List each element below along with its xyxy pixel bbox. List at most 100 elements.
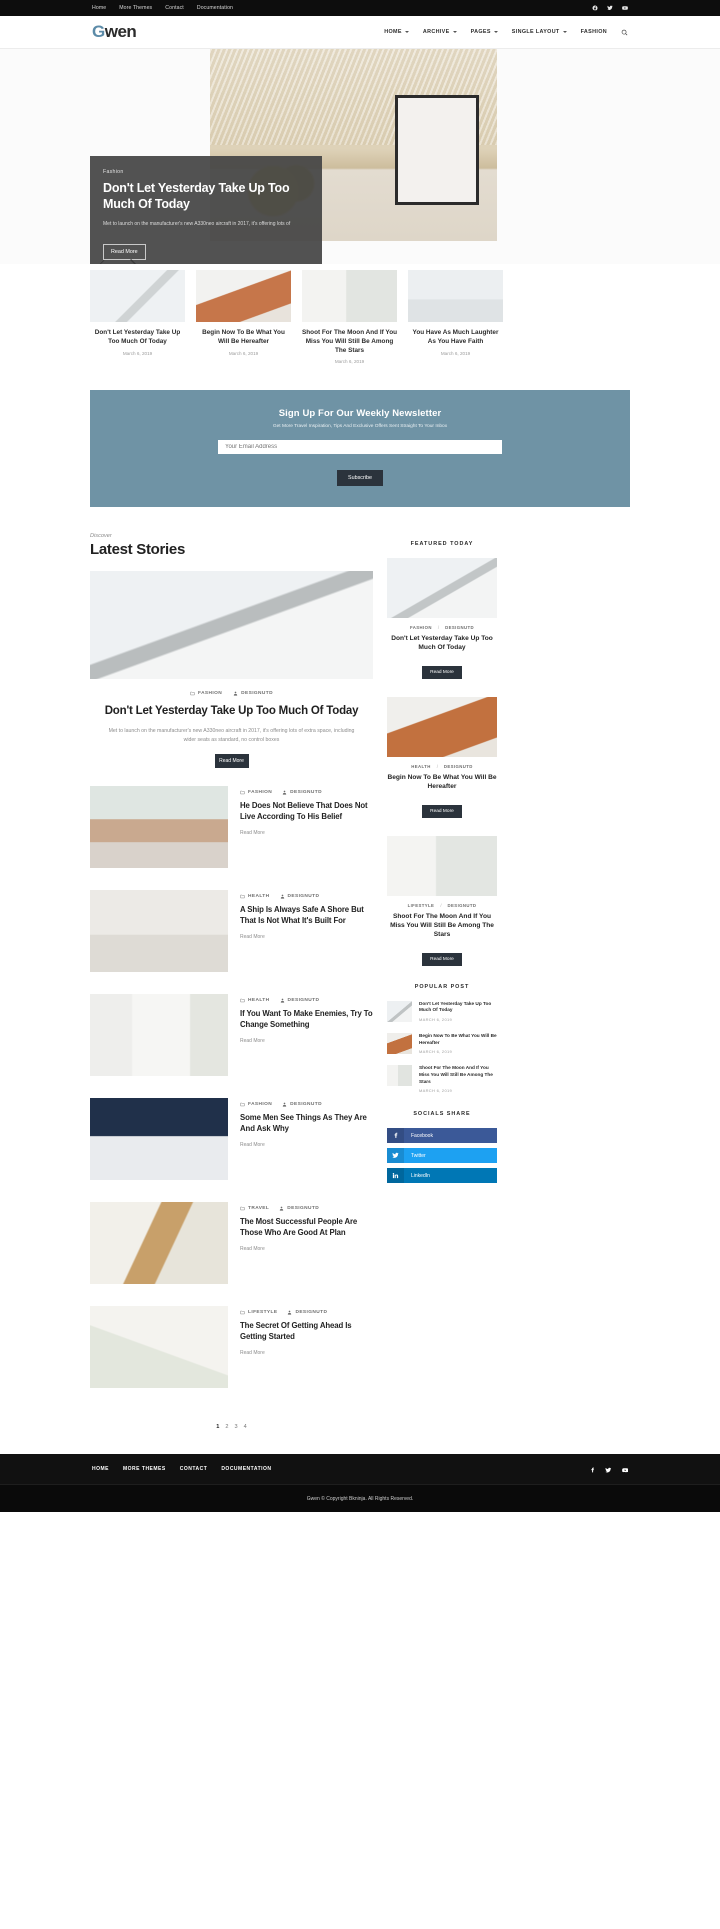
nav-item-fashion[interactable]: FASHION <box>581 29 607 35</box>
post-thumbnail[interactable] <box>90 1306 228 1389</box>
newsletter-email-input[interactable] <box>218 440 502 455</box>
share-linkedin-button[interactable]: LinkedIn <box>387 1168 497 1184</box>
author-label[interactable]: DESIGNUTD <box>445 625 474 630</box>
sidebar-featured-image[interactable] <box>387 697 497 758</box>
sidebar-read-more-button[interactable]: Read More <box>422 805 462 819</box>
post-read-more-link[interactable]: Read More <box>240 1038 373 1044</box>
featured-article-image[interactable] <box>90 571 373 680</box>
pagination-page-3[interactable]: 3 <box>235 1424 238 1430</box>
post-read-more-link[interactable]: Read More <box>240 934 373 940</box>
category-meta[interactable]: HEALTH <box>240 998 270 1003</box>
category-meta[interactable]: FASHION <box>190 691 222 696</box>
thumbnail-title[interactable]: Shoot For The Moon And If You Miss You W… <box>302 329 397 355</box>
post-read-more-link[interactable]: Read More <box>240 1350 373 1356</box>
topbar-link-home[interactable]: Home <box>92 5 106 11</box>
post-meta: FASHION DESIGNUTD <box>240 1102 373 1107</box>
post-read-more-link[interactable]: Read More <box>240 1246 373 1252</box>
author-label[interactable]: DESIGNUTD <box>448 903 477 908</box>
newsletter-subscribe-button[interactable]: Subscribe <box>337 470 383 487</box>
author-meta[interactable]: DESIGNUTD <box>282 790 322 795</box>
nav-item-home[interactable]: HOME <box>384 29 409 35</box>
popular-post-title[interactable]: Shoot For The Moon And If You Miss You W… <box>419 1065 497 1085</box>
sidebar-featured-title[interactable]: Don't Let Yesterday Take Up Too Much Of … <box>387 635 497 653</box>
post-thumbnail[interactable] <box>90 994 228 1077</box>
sidebar-read-more-button[interactable]: Read More <box>422 952 462 966</box>
facebook-icon[interactable] <box>589 1460 596 1478</box>
thumbnail-card[interactable]: Don't Let Yesterday Take Up Too Much Of … <box>90 270 185 364</box>
topbar-link-contact[interactable]: Contact <box>165 5 184 11</box>
topbar-link-documentation[interactable]: Documentation <box>197 5 233 11</box>
popular-post-title[interactable]: Begin Now To Be What You Will Be Hereaft… <box>419 1033 497 1046</box>
author-meta[interactable]: DESIGNUTD <box>233 691 273 696</box>
twitter-icon[interactable] <box>607 5 613 11</box>
facebook-icon[interactable] <box>592 5 598 11</box>
footer-link-contact[interactable]: CONTACT <box>180 1466 208 1472</box>
post-title[interactable]: A Ship Is Always Safe A Shore But That I… <box>240 905 373 927</box>
hero-category[interactable]: Fashion <box>103 169 309 175</box>
post-title[interactable]: The Secret Of Getting Ahead Is Getting S… <box>240 1321 373 1343</box>
twitter-icon[interactable] <box>605 1460 612 1478</box>
post-thumbnail[interactable] <box>90 1202 228 1285</box>
hero-title[interactable]: Don't Let Yesterday Take Up Too Much Of … <box>103 181 309 212</box>
post-thumbnail[interactable] <box>90 786 228 869</box>
thumbnail-card[interactable]: Shoot For The Moon And If You Miss You W… <box>302 270 397 364</box>
sidebar-featured-title[interactable]: Shoot For The Moon And If You Miss You W… <box>387 913 497 940</box>
popular-post-item[interactable]: Shoot For The Moon And If You Miss You W… <box>387 1065 497 1093</box>
thumbnail-card[interactable]: You Have As Much Laughter As You Have Fa… <box>408 270 503 364</box>
topbar-link-more-themes[interactable]: More Themes <box>119 5 152 11</box>
featured-read-more-button[interactable]: Read More <box>214 754 249 769</box>
thumbnail-title[interactable]: You Have As Much Laughter As You Have Fa… <box>408 329 503 347</box>
category-meta[interactable]: TRAVEL <box>240 1206 269 1211</box>
post-thumbnail[interactable] <box>90 890 228 973</box>
youtube-icon[interactable] <box>622 5 628 11</box>
author-label[interactable]: DESIGNUTD <box>444 764 473 769</box>
author-meta[interactable]: DESIGNUTD <box>279 1206 319 1211</box>
youtube-icon[interactable] <box>621 1460 629 1478</box>
pagination-page-2[interactable]: 2 <box>225 1424 228 1430</box>
category-meta[interactable]: FASHION <box>240 790 272 795</box>
popular-post-item[interactable]: Begin Now To Be What You Will Be Hereaft… <box>387 1033 497 1054</box>
post-read-more-link[interactable]: Read More <box>240 830 373 836</box>
author-meta[interactable]: DESIGNUTD <box>280 998 320 1003</box>
nav-item-single-layout[interactable]: SINGLE LAYOUT <box>512 29 567 35</box>
post-title[interactable]: The Most Successful People Are Those Who… <box>240 1217 373 1239</box>
author-meta[interactable]: DESIGNUTD <box>282 1102 322 1107</box>
category-meta[interactable]: FASHION <box>240 1102 272 1107</box>
next-arrow-icon[interactable] <box>125 257 140 264</box>
nav-item-pages[interactable]: PAGES <box>471 29 498 35</box>
post-read-more-link[interactable]: Read More <box>240 1142 373 1148</box>
footer-link-more-themes[interactable]: MORE THEMES <box>123 1466 166 1472</box>
sidebar-featured-title[interactable]: Begin Now To Be What You Will Be Hereaft… <box>387 774 497 792</box>
category-label[interactable]: HEALTH <box>411 764 431 769</box>
category-label[interactable]: FASHION <box>410 625 432 630</box>
author-meta[interactable]: DESIGNUTD <box>280 894 320 899</box>
thumbnail-title[interactable]: Don't Let Yesterday Take Up Too Much Of … <box>90 329 185 347</box>
category-meta[interactable]: HEALTH <box>240 894 270 899</box>
post-title[interactable]: If You Want To Make Enemies, Try To Chan… <box>240 1009 373 1031</box>
sidebar-featured-image[interactable] <box>387 558 497 619</box>
share-facebook-button[interactable]: Facebook <box>387 1128 497 1144</box>
pagination-page-4[interactable]: 4 <box>244 1424 247 1430</box>
main-nav: HOME ARCHIVE PAGES SINGLE LAYOUT FASHION <box>384 23 628 41</box>
category-label[interactable]: LIFESTYLE <box>408 903 435 908</box>
footer-link-home[interactable]: HOME <box>92 1466 109 1472</box>
thumbnail-title[interactable]: Begin Now To Be What You Will Be Hereaft… <box>196 329 291 347</box>
post-thumbnail[interactable] <box>90 1098 228 1181</box>
share-twitter-button[interactable]: Twitter <box>387 1148 497 1164</box>
sidebar-read-more-button[interactable]: Read More <box>422 666 462 680</box>
prev-arrow-icon[interactable] <box>96 258 109 264</box>
thumbnail-card[interactable]: Begin Now To Be What You Will Be Hereaft… <box>196 270 291 364</box>
author-meta[interactable]: DESIGNUTD <box>287 1310 327 1315</box>
footer-link-documentation[interactable]: DOCUMENTATION <box>221 1466 271 1472</box>
category-meta[interactable]: LIFESTYLE <box>240 1310 277 1315</box>
sidebar-featured-image[interactable] <box>387 836 497 897</box>
popular-post-title[interactable]: Don't Let Yesterday Take Up Too Much Of … <box>419 1001 497 1014</box>
search-icon[interactable] <box>621 23 628 41</box>
nav-item-archive[interactable]: ARCHIVE <box>423 29 457 35</box>
post-title[interactable]: He Does Not Believe That Does Not Live A… <box>240 801 373 823</box>
featured-article-title[interactable]: Don't Let Yesterday Take Up Too Much Of … <box>90 704 373 719</box>
site-logo[interactable]: Gwen <box>92 22 137 42</box>
popular-post-item[interactable]: Don't Let Yesterday Take Up Too Much Of … <box>387 1000 497 1022</box>
post-title[interactable]: Some Men See Things As They Are And Ask … <box>240 1113 373 1135</box>
pagination-page-1[interactable]: 1 <box>216 1424 219 1430</box>
